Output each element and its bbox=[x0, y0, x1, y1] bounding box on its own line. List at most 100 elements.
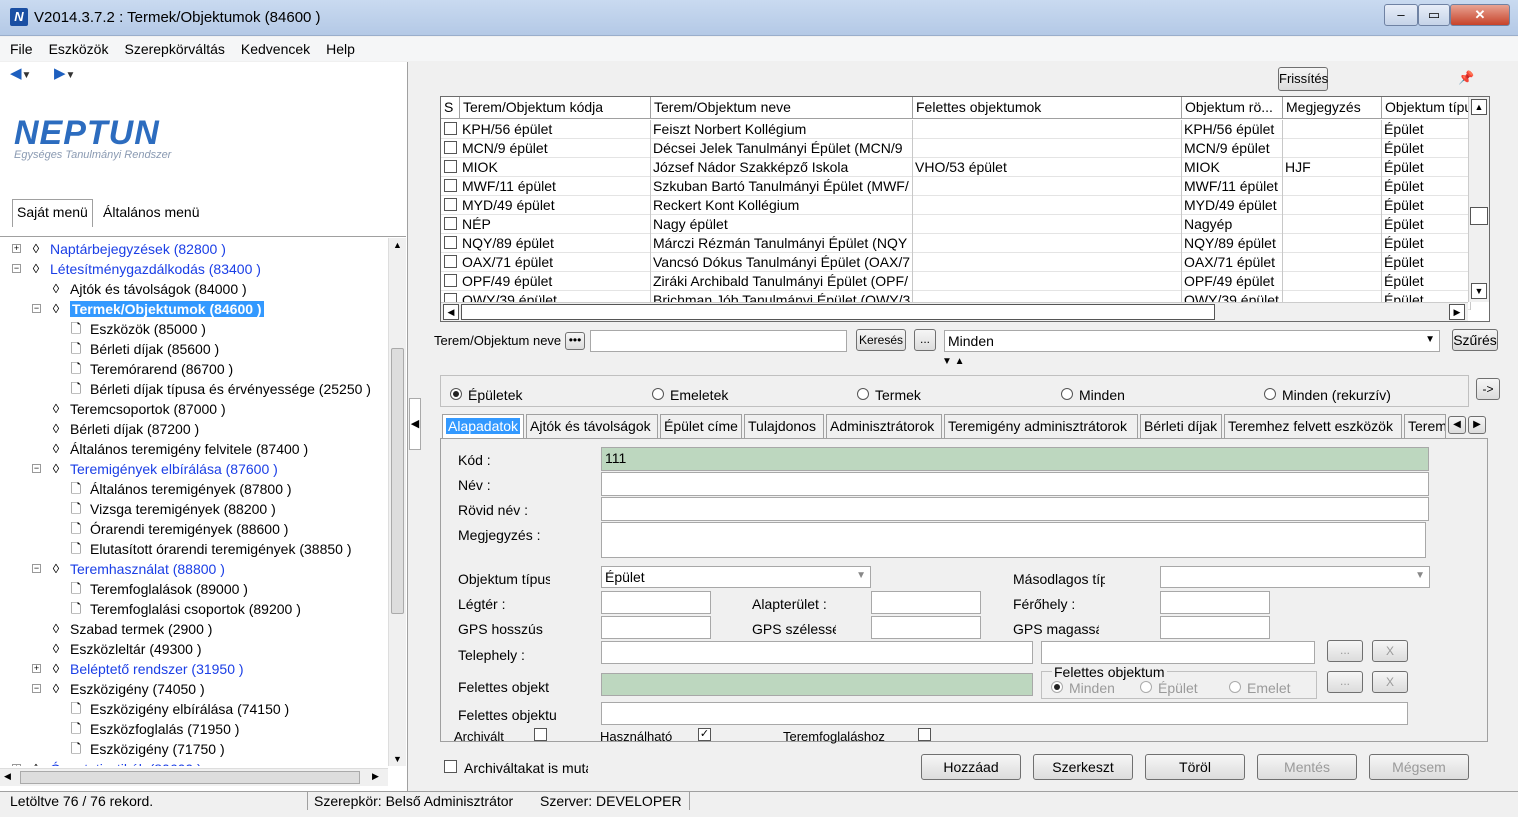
close-button[interactable]: ✕ bbox=[1450, 4, 1510, 26]
tree-item[interactable]: Vizsga teremigények (88200 ) bbox=[90, 499, 276, 519]
tab-scroll-left-icon[interactable]: ◀ bbox=[1448, 416, 1466, 434]
tree-item[interactable]: Bérleti díjak típusa és érvényessége (25… bbox=[90, 379, 371, 399]
detail-tab[interactable]: Teremigény adminisztrátorok bbox=[944, 414, 1138, 438]
grid-header[interactable]: Megjegyzés bbox=[1283, 97, 1382, 119]
tree-expander-icon[interactable]: + bbox=[32, 664, 41, 673]
row-checkbox[interactable] bbox=[444, 274, 457, 287]
collapse-left-icon[interactable]: ◀ bbox=[409, 398, 421, 450]
scroll-thumb[interactable] bbox=[391, 348, 404, 614]
refresh-button[interactable]: Frissítés bbox=[1278, 67, 1328, 91]
telephely-clear-button[interactable]: X bbox=[1372, 640, 1408, 662]
tree-item[interactable]: Termek/Objektumok (84600 ) bbox=[70, 299, 264, 319]
tree-item[interactable]: Eszközleltár (49300 ) bbox=[70, 639, 202, 659]
scroll-up-icon[interactable]: ▲ bbox=[393, 240, 402, 250]
table-row[interactable]: OPF/49 épület Ziráki Archibald Tanulmányi… bbox=[441, 272, 1471, 291]
menu-eszkozok[interactable]: Eszközök bbox=[41, 37, 117, 61]
table-row[interactable]: MWF/11 épület Szkuban Bartó Tanulmányi Ép… bbox=[441, 177, 1471, 196]
radio-2[interactable] bbox=[857, 388, 869, 400]
grid-scroll-right-icon[interactable]: ▶ bbox=[1449, 304, 1465, 320]
tree-item[interactable]: Bérleti díjak (87200 ) bbox=[70, 419, 199, 439]
radio-1[interactable] bbox=[652, 388, 664, 400]
tree-item[interactable]: Ajtók és távolságok (84000 ) bbox=[70, 279, 247, 299]
tree-item[interactable]: Teremcsoportok (87000 ) bbox=[70, 399, 226, 419]
table-row[interactable]: MYD/49 épület Reckert Kont Kollégium MYD/4… bbox=[441, 196, 1471, 215]
scroll-left-icon[interactable]: ◀ bbox=[4, 771, 11, 782]
tree-item[interactable]: Eszközigény (71750 ) bbox=[90, 739, 225, 759]
tab-altalanos-menu[interactable]: Általános menü bbox=[99, 200, 204, 226]
tree-expander-icon[interactable]: + bbox=[12, 764, 21, 766]
radio-3[interactable] bbox=[1061, 388, 1073, 400]
kod-field[interactable]: 111 bbox=[601, 447, 1429, 471]
felettes-objektumok-field[interactable] bbox=[601, 702, 1408, 725]
forward-icon[interactable]: ▶▼ bbox=[54, 64, 75, 82]
tree-item[interactable]: Eszközigény (74050 ) bbox=[70, 679, 205, 699]
filter-select[interactable]: Minden ▼ bbox=[944, 330, 1440, 352]
detail-tab[interactable]: Alapadatok bbox=[442, 414, 524, 438]
tree-expander-icon[interactable]: − bbox=[32, 464, 41, 473]
tree-item[interactable]: Létesítménygazdálkodás (83400 ) bbox=[50, 259, 261, 279]
ferohely-field[interactable] bbox=[1160, 591, 1270, 614]
grid-header[interactable]: S bbox=[441, 97, 460, 119]
gps-szelesseg-field[interactable] bbox=[871, 616, 981, 639]
nev-field[interactable] bbox=[601, 472, 1429, 496]
tree-item[interactable]: Eszközök (85000 ) bbox=[90, 319, 206, 339]
table-row[interactable]: MIOK József Nádor Szakképző Iskola VHO/53 … bbox=[441, 158, 1471, 177]
maximize-button[interactable]: ▭ bbox=[1418, 4, 1450, 26]
menu-file[interactable]: File bbox=[0, 37, 41, 61]
splitter-arrows-icon[interactable]: ▼ ▲ bbox=[942, 356, 965, 367]
archived-checkbox[interactable] bbox=[444, 760, 457, 773]
detail-tab[interactable]: Teremhez felvett eszközök bbox=[1224, 414, 1402, 438]
tree-item[interactable]: Eszközfoglalás (71950 ) bbox=[90, 719, 239, 739]
grid-vertical-scrollbar[interactable]: ▲ ▼ bbox=[1468, 97, 1489, 302]
tree-item[interactable]: Általános teremigények (87800 ) bbox=[90, 479, 292, 499]
row-checkbox[interactable] bbox=[444, 217, 457, 230]
detail-tab[interactable]: Adminisztrátorok bbox=[826, 414, 942, 438]
tree-item[interactable]: Elutasított órarendi teremigények (38850… bbox=[90, 539, 351, 559]
row-checkbox[interactable] bbox=[444, 141, 457, 154]
tree-item[interactable]: Teremórarend (86700 ) bbox=[90, 359, 233, 379]
tree-item[interactable]: Teremfoglalások (89000 ) bbox=[90, 579, 248, 599]
arrow-button[interactable]: -> bbox=[1476, 378, 1500, 400]
grid-header[interactable]: Objektum típu bbox=[1382, 97, 1471, 119]
radio-4[interactable] bbox=[1264, 388, 1276, 400]
grid-header[interactable]: Felettes objektumok bbox=[913, 97, 1182, 119]
row-checkbox[interactable] bbox=[444, 122, 457, 135]
detail-tab[interactable]: Épület címe bbox=[660, 414, 742, 438]
delete-button[interactable]: Töröl bbox=[1145, 754, 1245, 780]
row-checkbox[interactable] bbox=[444, 198, 457, 211]
tree-item[interactable]: Teremigények elbírálása (87600 ) bbox=[70, 459, 278, 479]
tree-item[interactable]: Beléptető rendszer (31950 ) bbox=[70, 659, 244, 679]
gps-magassag-field[interactable] bbox=[1160, 616, 1270, 639]
edit-button[interactable]: Szerkeszt bbox=[1033, 754, 1133, 780]
tree-item[interactable]: Óra statisztikák (80600 ) bbox=[50, 759, 202, 766]
menu-help[interactable]: Help bbox=[318, 37, 363, 61]
tree-item[interactable]: Órarendi teremigények (88600 ) bbox=[90, 519, 288, 539]
tree-item[interactable]: Naptárbejegyzések (82800 ) bbox=[50, 239, 226, 259]
row-checkbox[interactable] bbox=[444, 160, 457, 173]
objektum-tipus-select[interactable]: Épület ▼ bbox=[601, 566, 871, 588]
tree-expander-icon[interactable]: − bbox=[32, 304, 41, 313]
grid-horizontal-scrollbar[interactable]: ◀ ▶ bbox=[441, 302, 1468, 321]
masodlagos-tipus-select[interactable]: ▼ bbox=[1160, 566, 1430, 588]
tree-expander-icon[interactable]: − bbox=[12, 264, 21, 273]
telephely-name-field[interactable] bbox=[1041, 641, 1315, 664]
add-button[interactable]: Hozzáad bbox=[921, 754, 1021, 780]
felettes-radio-2[interactable] bbox=[1229, 681, 1241, 693]
alapterulet-field[interactable] bbox=[871, 591, 981, 614]
tree-item[interactable]: Bérleti díjak (85600 ) bbox=[90, 339, 219, 359]
hasznalhato-checkbox[interactable]: ✓ bbox=[698, 728, 711, 741]
pin-icon[interactable]: 📌 bbox=[1458, 70, 1474, 86]
row-checkbox[interactable] bbox=[444, 236, 457, 249]
felettes-radio-1[interactable] bbox=[1140, 681, 1152, 693]
detail-tab[interactable]: Tulajdonos bbox=[744, 414, 824, 438]
megjegyzes-field[interactable] bbox=[601, 522, 1426, 558]
filter-button[interactable]: Szűrés bbox=[1452, 329, 1498, 351]
tree-horizontal-scrollbar[interactable]: ◀ ▶ bbox=[0, 768, 388, 786]
telephely-dots-button[interactable]: ... bbox=[1327, 640, 1363, 662]
back-icon[interactable]: ◀▼ bbox=[10, 64, 31, 82]
table-row[interactable]: MCN/9 épület Décsei Jelek Tanulmányi Épül… bbox=[441, 139, 1471, 158]
tab-scroll-right-icon[interactable]: ▶ bbox=[1468, 416, 1486, 434]
felettes-clear-button[interactable]: X bbox=[1372, 671, 1408, 693]
grid-hscroll-thumb[interactable] bbox=[461, 304, 1215, 320]
telephely-field[interactable] bbox=[601, 641, 1033, 664]
